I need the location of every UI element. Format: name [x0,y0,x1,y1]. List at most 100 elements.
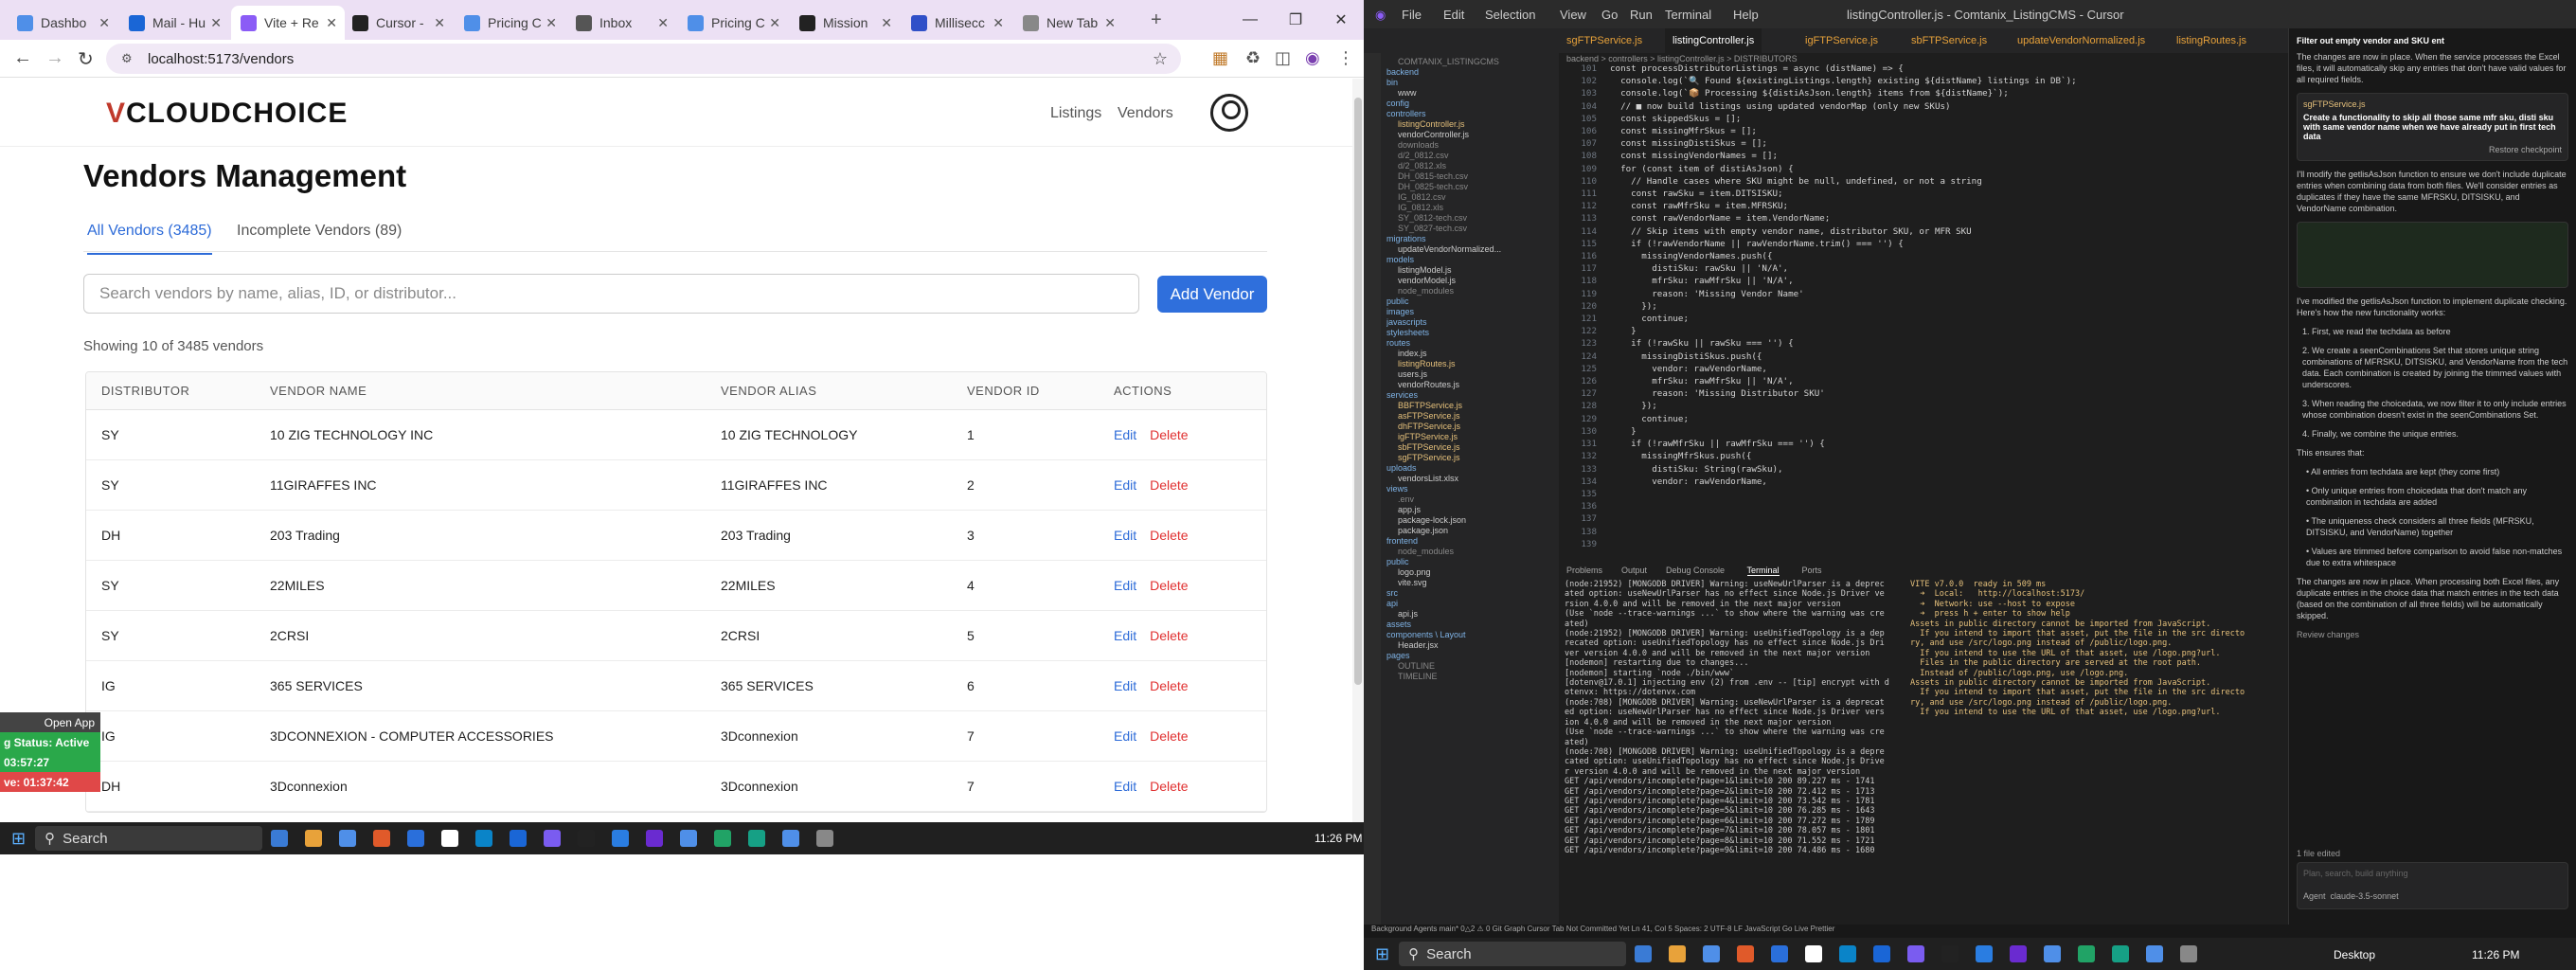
minimize-icon[interactable]: — [1227,0,1273,40]
folder-item[interactable]: services [1386,390,1559,401]
file-item[interactable]: DH_0825-tech.csv [1386,182,1559,192]
taskbar-app-icon[interactable] [1669,945,1687,962]
tab-close-icon[interactable]: ✕ [326,15,337,31]
menu-file[interactable]: File [1402,8,1422,22]
browser-tab[interactable]: Pricing C ✕ [455,6,564,40]
taskbar-app-icon[interactable] [407,830,425,847]
edit-button[interactable]: Edit [1114,628,1136,643]
taskbar-app-icon[interactable] [441,830,459,847]
editor-tab[interactable]: listingRoutes.js [2169,28,2254,53]
panel-tab[interactable]: Problems [1566,566,1602,575]
file-item[interactable]: sbFTPService.js [1386,442,1559,453]
puzzle-icon[interactable]: ♻ [1245,48,1261,68]
menu-edit[interactable]: Edit [1443,8,1464,22]
review-changes-link[interactable]: Review changes [2297,629,2568,640]
taskbar-app-icon[interactable] [1703,945,1721,962]
bookmark-star-icon[interactable]: ☆ [1153,49,1168,69]
folder-item[interactable]: assets [1386,620,1559,630]
taskbar-app-icon[interactable] [748,830,766,847]
model-select[interactable]: claude-3.5-sonnet [2331,891,2399,901]
file-item[interactable]: sgFTPService.js [1386,453,1559,463]
taskbar-app-icon[interactable] [2146,945,2164,962]
url-bar[interactable]: ⚙ localhost:5173/vendors ☆ [106,44,1181,74]
windows-start-icon[interactable]: ⊞ [11,829,26,849]
panel-tab[interactable]: Ports [1802,566,1822,575]
new-tab-plus-icon[interactable]: + [1151,9,1162,31]
panel-tab[interactable]: Terminal [1746,566,1780,576]
taskbar-app-icon[interactable] [373,830,391,847]
taskbar-app-icon[interactable] [510,830,528,847]
delete-button[interactable]: Delete [1150,728,1188,744]
tab-close-icon[interactable]: ✕ [993,15,1004,31]
taskbar-app-icon[interactable] [305,830,323,847]
terminal-output[interactable]: (node:21952) [MONGODB DRIVER] Warning: u… [1565,580,2379,911]
taskbar-app-icon[interactable] [2112,945,2130,962]
taskbar-app-icon[interactable] [2044,945,2062,962]
file-item[interactable]: vendorsList.xlsx [1386,474,1559,484]
delete-button[interactable]: Delete [1150,477,1188,493]
taskbar-app-icon[interactable] [1976,945,1994,962]
extensions-grid-icon[interactable]: ▦ [1212,48,1228,68]
taskbar-app-icon[interactable] [1941,945,1959,962]
delete-button[interactable]: Delete [1150,528,1188,543]
menu-help[interactable]: Help [1733,8,1759,22]
restore-checkpoint-button[interactable]: Restore checkpoint [2303,145,2562,154]
folder-item[interactable]: models [1386,255,1559,265]
menu-terminal[interactable]: Terminal [1665,8,1711,22]
folder-item[interactable]: controllers [1386,109,1559,119]
file-item[interactable]: TIMELINE [1386,672,1559,682]
folder-item[interactable]: javascripts [1386,317,1559,328]
code-editor[interactable]: backend > controllers > listingControlle… [1559,53,2345,561]
file-item[interactable]: .env [1386,494,1559,505]
file-item[interactable]: COMTANIX_LISTINGCMS [1386,57,1559,67]
file-item[interactable]: OUTLINE [1386,661,1559,672]
tab-incomplete-vendors[interactable]: Incomplete Vendors (89) [237,223,402,253]
browser-tab[interactable]: Vite + Re ✕ [231,6,345,40]
folder-item[interactable]: migrations [1386,234,1559,244]
menu-kebab-icon[interactable]: ⋮ [1337,48,1354,68]
file-item[interactable]: d/2_0812.csv [1386,151,1559,161]
taskbar-app-icon[interactable] [612,830,630,847]
folder-item[interactable]: src [1386,588,1559,599]
taskbar-app-icon[interactable] [2010,945,2028,962]
sidebar-icon[interactable]: ◫ [1275,48,1291,68]
taskbar-app-icon[interactable] [339,830,357,847]
tab-close-icon[interactable]: ✕ [210,15,222,31]
file-item[interactable]: index.js [1386,349,1559,359]
browser-tab[interactable]: Inbox ✕ [566,6,676,40]
edit-button[interactable]: Edit [1114,578,1136,593]
folder-item[interactable]: images [1386,307,1559,317]
taskbar-app-icon[interactable] [1839,945,1857,962]
edit-button[interactable]: Edit [1114,477,1136,493]
menu-run[interactable]: Run [1630,8,1653,22]
file-item[interactable]: updateVendorNormalized... [1386,244,1559,255]
file-item[interactable]: listingRoutes.js [1386,359,1559,369]
site-info-icon[interactable]: ⚙ [121,51,133,66]
taskbar-app-icon[interactable] [1907,945,1925,962]
profile-icon[interactable]: ◉ [1305,48,1320,68]
taskbar-app-icon[interactable] [2078,945,2096,962]
code-diff-block[interactable] [2297,222,2568,288]
file-item[interactable]: listingController.js [1386,119,1559,130]
vendor-search-input[interactable] [83,274,1139,314]
browser-tab[interactable]: Millisecc ✕ [902,6,1011,40]
file-item[interactable]: IG_0812.xls [1386,203,1559,213]
menu-selection[interactable]: Selection [1485,8,1535,22]
file-item[interactable]: package-lock.json [1386,515,1559,526]
reload-icon[interactable]: ↻ [78,47,94,71]
add-vendor-button[interactable]: Add Vendor [1157,276,1267,313]
taskbar-app-icon[interactable] [2180,945,2198,962]
cloudchoice-logo[interactable]: VCLOUDCHOICE [106,98,348,130]
file-item[interactable]: node_modules [1386,286,1559,296]
close-window-icon[interactable]: ✕ [1318,0,1364,40]
file-item[interactable]: vendorModel.js [1386,276,1559,286]
forward-icon[interactable]: → [45,47,64,69]
file-item[interactable]: DH_0815-tech.csv [1386,171,1559,182]
editor-tab[interactable]: igFTPService.js [1798,28,1886,53]
folder-item[interactable]: frontend [1386,536,1559,547]
file-item[interactable]: Header.jsx [1386,640,1559,651]
file-item[interactable]: dhFTPService.js [1386,422,1559,432]
prompt-file-chip[interactable]: sgFTPService.js [2303,99,2562,109]
tab-close-icon[interactable]: ✕ [881,15,892,31]
file-item[interactable]: users.js [1386,369,1559,380]
